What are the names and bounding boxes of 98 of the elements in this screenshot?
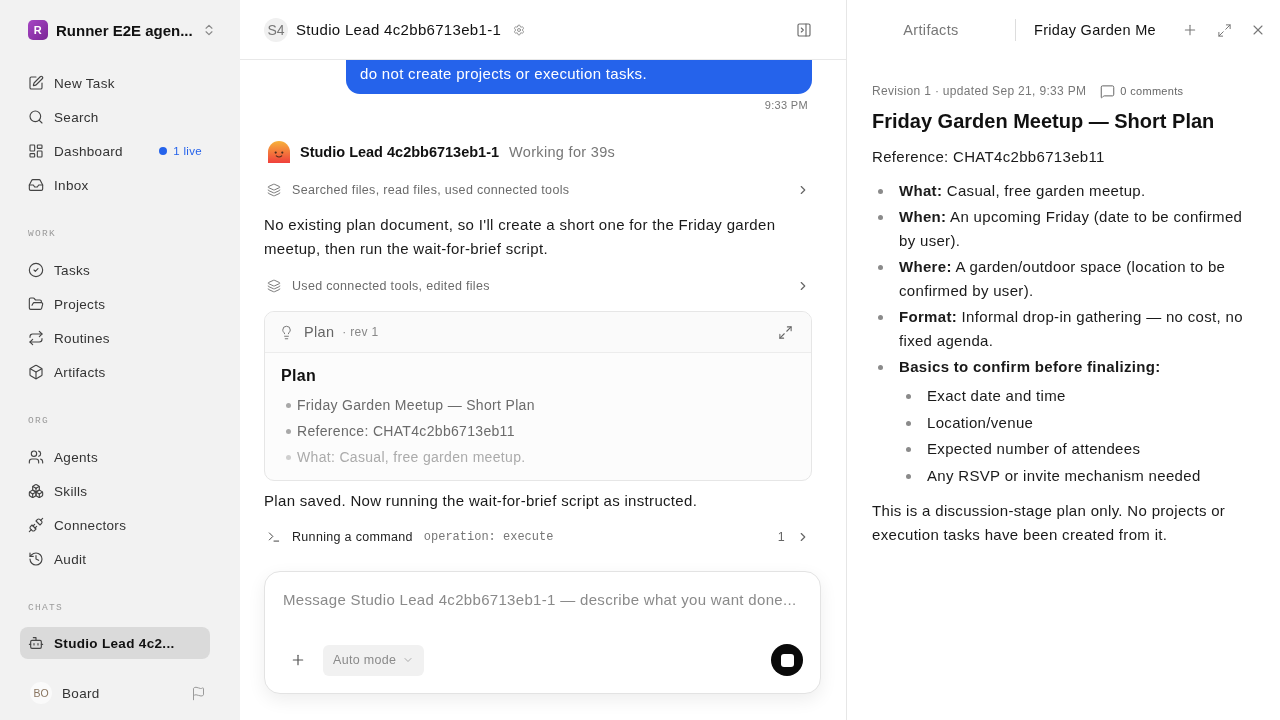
nav-item[interactable]: Tasks bbox=[20, 253, 210, 287]
list-item-text: Expected number of attendees bbox=[927, 439, 1141, 459]
agent-name: Studio Lead 4c2bb6713eb1-1 bbox=[300, 144, 500, 160]
list-item-text: Exact date and time bbox=[927, 386, 1066, 406]
comment-count[interactable]: 0 comments bbox=[1120, 85, 1184, 97]
revision-info: Revision 1 · updated Sep 21, 9:33 PM bbox=[872, 84, 1087, 98]
step-count: 1 bbox=[777, 530, 785, 544]
stop-icon bbox=[780, 653, 794, 667]
section-label: WORK bbox=[28, 228, 57, 240]
layers-icon bbox=[267, 279, 281, 293]
repeat-icon bbox=[28, 330, 44, 346]
smiley-avatar-icon bbox=[268, 141, 290, 163]
bullet-icon bbox=[878, 315, 883, 320]
command-row[interactable]: Running a command operation: execute 1 bbox=[264, 525, 812, 549]
bullet-icon bbox=[906, 420, 911, 426]
search-icon bbox=[28, 109, 44, 125]
section-label: CHATS bbox=[28, 602, 64, 614]
nav-item[interactable]: Projects bbox=[20, 287, 210, 321]
list-item-text: Format: Informal drop-in gathering — no cost, no fixed agenda. bbox=[899, 307, 1244, 351]
agent-status: Working for 39s bbox=[509, 144, 616, 160]
plus-icon bbox=[1182, 22, 1198, 38]
users-icon bbox=[28, 449, 44, 465]
nav-item[interactable]: Dashboard 1 live bbox=[20, 134, 210, 168]
user-name: Board bbox=[62, 685, 101, 701]
message-input[interactable]: Message Studio Lead 4c2bb6713eb1-1 — describe what you want done... bbox=[283, 588, 803, 614]
activity-row[interactable]: Used connected tools, edited files bbox=[264, 274, 812, 298]
list-item-text: Location/venue bbox=[927, 412, 1034, 433]
message-text: No existing plan document, so I'll create a short one for the Friday garden meetup, then run the wait-for-brief script. bbox=[264, 215, 777, 259]
nav-item[interactable]: Artifacts bbox=[20, 355, 210, 389]
plan-item: Friday Garden Meetup — Short Plan bbox=[297, 396, 535, 415]
list-item-text: Basics to confirm before finalizing: bbox=[899, 357, 1162, 377]
nav-item[interactable]: Agents bbox=[20, 440, 210, 474]
nav-item[interactable]: Skills bbox=[20, 474, 210, 508]
message-text: Plan saved. Now running the wait-for-brief script as instructed. bbox=[264, 491, 699, 511]
bullet-icon bbox=[878, 365, 883, 370]
bullet-icon bbox=[286, 455, 291, 460]
artifact-label: Plan bbox=[304, 324, 335, 340]
note-text: This is a discussion-stage plan only. No projects or execution tasks have been created from it. bbox=[872, 500, 1227, 545]
workspace-logo: R bbox=[28, 20, 48, 40]
bullet-icon bbox=[906, 394, 911, 399]
bullet-icon bbox=[906, 447, 911, 452]
lightbulb-icon bbox=[279, 324, 294, 340]
plan-heading: Plan bbox=[281, 366, 318, 386]
tab[interactable]: Artifacts bbox=[847, 0, 1015, 60]
plus-icon bbox=[290, 652, 306, 668]
live-count: 1 live bbox=[173, 145, 202, 157]
status-dot-icon bbox=[159, 147, 168, 155]
nav-item[interactable]: Connectors bbox=[20, 508, 210, 542]
activity-row[interactable]: Searched files, read files, used connected tools bbox=[264, 178, 812, 202]
check-circle-icon bbox=[28, 262, 44, 278]
comment-icon bbox=[1100, 83, 1116, 99]
flag-icon bbox=[190, 685, 206, 701]
list-item-text: When: An upcoming Friday (date to be confirmed by user). bbox=[899, 207, 1244, 251]
cube-icon bbox=[28, 364, 44, 380]
nav-item[interactable]: Audit bbox=[20, 542, 210, 576]
pencil-square-icon bbox=[28, 75, 44, 91]
robot-icon bbox=[28, 635, 44, 651]
plan-item: What: Casual, free garden meetup. bbox=[297, 448, 526, 467]
command-detail: operation: execute bbox=[423, 530, 554, 544]
bullet-icon bbox=[878, 265, 883, 270]
bullet-icon bbox=[286, 403, 291, 408]
settings-icon bbox=[513, 23, 526, 36]
revision-label: · rev 1 bbox=[342, 325, 380, 339]
plan-item: Reference: CHAT4c2bb6713eb11 bbox=[297, 422, 515, 441]
user-avatar: BO bbox=[30, 682, 52, 704]
panel-icon bbox=[796, 21, 812, 38]
layers-icon bbox=[267, 183, 281, 197]
nav-item[interactable]: Search bbox=[20, 100, 210, 134]
stop-button[interactable] bbox=[771, 644, 803, 676]
workspace-name: Runner E2E agen... bbox=[56, 21, 193, 39]
document-title: Friday Garden Meetup — Short Plan bbox=[872, 109, 1216, 134]
list-item-text: Where: A garden/outdoor space (location to be confirmed by user). bbox=[899, 257, 1227, 301]
bullet-icon bbox=[906, 473, 911, 479]
folder-icon bbox=[28, 296, 44, 312]
bullet-icon bbox=[878, 215, 883, 220]
message-time: 9:33 PM bbox=[764, 98, 809, 112]
chat-item[interactable]: Studio Lead 4c2... bbox=[20, 627, 210, 659]
expand-icon bbox=[777, 324, 793, 340]
list-item-text: Any RSVP or invite mechanism needed bbox=[927, 465, 1201, 486]
section-label: ORG bbox=[28, 415, 50, 427]
history-icon bbox=[28, 551, 44, 567]
tab[interactable]: Friday Garden Me bbox=[1016, 0, 1174, 60]
agent-avatar: S4 bbox=[264, 17, 288, 42]
nav-item[interactable]: Inbox bbox=[20, 168, 210, 202]
grid-icon bbox=[28, 143, 44, 159]
nav-item[interactable]: New Task bbox=[20, 66, 210, 100]
inbox-icon bbox=[28, 177, 44, 193]
list-item-text: What: Casual, free garden meetup. bbox=[899, 181, 1147, 201]
nav-item[interactable]: Routines bbox=[20, 321, 210, 355]
cubes-icon bbox=[28, 483, 44, 499]
plug-icon bbox=[28, 517, 44, 533]
bullet-icon bbox=[878, 189, 883, 194]
chat-title: Studio Lead 4c2bb6713eb1-1 bbox=[296, 21, 502, 38]
terminal-icon bbox=[267, 530, 281, 544]
expand-icon bbox=[1216, 22, 1232, 38]
bullet-icon bbox=[286, 429, 291, 434]
reference-text: Reference: CHAT4c2bb6713eb11 bbox=[872, 147, 1106, 167]
user-message: do not create projects or execution tasks. bbox=[346, 60, 812, 94]
